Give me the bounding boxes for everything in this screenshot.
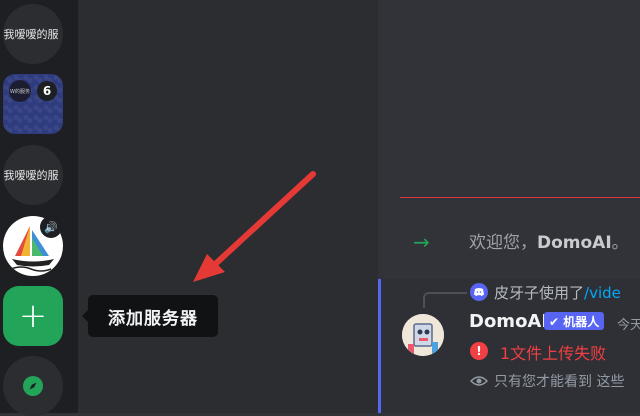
message-timestamp: 今天 (617, 318, 640, 333)
explore-servers-button[interactable] (3, 356, 63, 416)
welcome-message: 欢迎您，DomoAI。 (469, 228, 629, 253)
message-author[interactable]: DomoAI (469, 311, 548, 332)
server-folder[interactable]: W的服务 6 (3, 74, 63, 134)
reply-context[interactable]: 皮牙子使用了/vide (494, 282, 621, 303)
eye-icon (470, 376, 488, 386)
upload-error: 1文件上传失败 (500, 344, 607, 363)
add-server-button[interactable]: + (3, 286, 63, 346)
avatar[interactable] (402, 314, 444, 356)
welcome-prefix: 欢迎您， (469, 233, 537, 253)
bot-tag: ✔ 机器人 (544, 312, 605, 330)
plus-icon: + (18, 296, 48, 336)
server-icon-3[interactable]: 我嗳嗳的服 (3, 145, 63, 205)
add-server-tooltip: 添加服务器 (82, 295, 218, 337)
server-icon-1[interactable]: 我嗳嗳的服 (3, 4, 63, 64)
reply-spine (423, 292, 467, 308)
server-1-name: 我嗳嗳的服 (3, 28, 59, 41)
ephemeral-notice: 只有您才能看到 这些 (494, 374, 625, 390)
robot-avatar-icon (402, 314, 444, 356)
compass-icon (23, 376, 43, 396)
welcome-suffix: 。 (611, 233, 629, 253)
reply-user: 皮牙子使用了 (494, 284, 585, 302)
speaker-icon: 🔊 (40, 216, 62, 238)
welcome-name: DomoAI (537, 233, 612, 253)
error-icon: ! (470, 342, 488, 360)
discord-icon (470, 283, 488, 301)
tooltip-text: 添加服务器 (108, 308, 198, 329)
reply-command[interactable]: /vide (584, 284, 621, 302)
server-3-name: 我嗳嗳的服 (3, 169, 59, 182)
notification-badge: 6 (37, 81, 57, 101)
message-highlight-bar (378, 279, 381, 413)
folder-mini-server: W的服务 (9, 80, 31, 102)
join-arrow-icon: → (413, 230, 430, 254)
folder-mini-label: W的服务 (10, 88, 30, 95)
annotation-arrow (193, 171, 316, 282)
new-messages-divider (400, 197, 640, 198)
